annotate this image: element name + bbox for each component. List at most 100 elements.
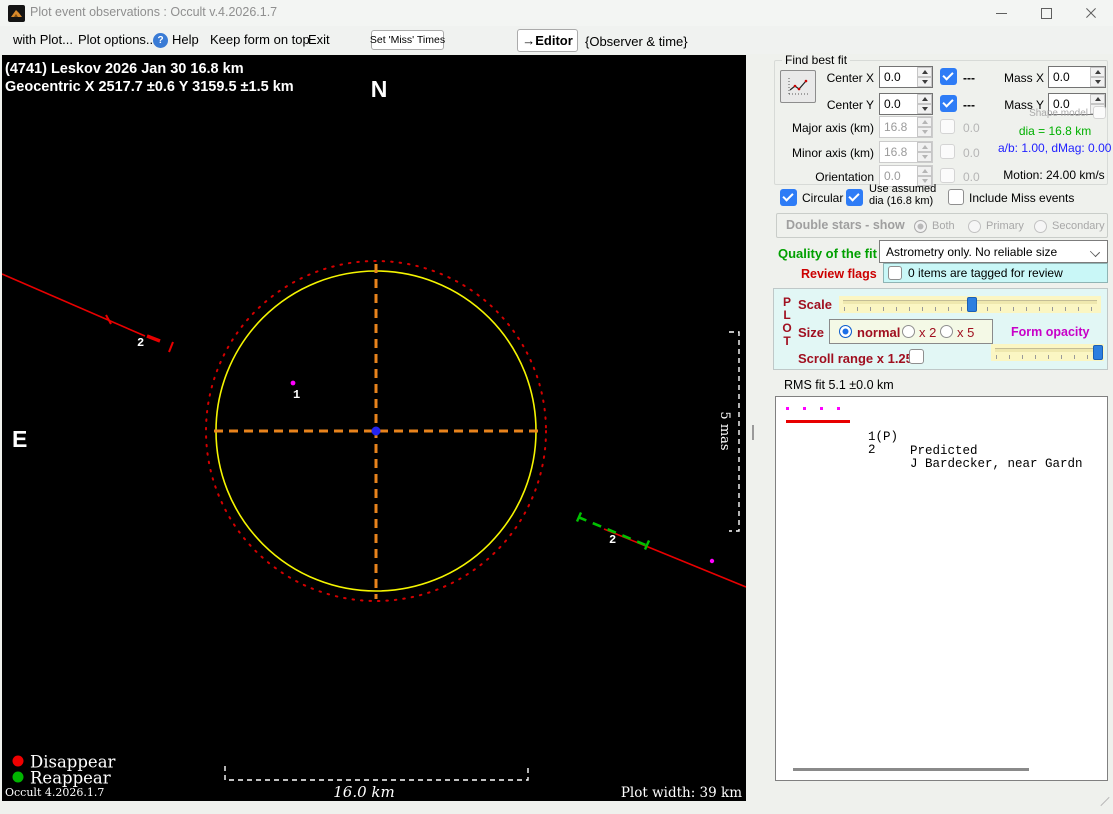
center-x-label: Center X <box>826 71 874 85</box>
major-axis-spinner: 16.8 <box>879 116 933 138</box>
close-button[interactable] <box>1075 2 1107 24</box>
size-label: Size <box>798 325 825 340</box>
include-miss-checkbox[interactable] <box>948 189 964 205</box>
minimize-button[interactable] <box>985 2 1017 24</box>
circular-checkbox[interactable] <box>780 189 797 206</box>
scroll-range-label: Scroll range x 1.25 <box>798 351 913 366</box>
major-axis-label: Major axis (km) <box>791 121 874 135</box>
chord-2-upper-dash <box>146 334 161 343</box>
form-opacity-label: Form opacity <box>1011 325 1090 339</box>
plot-vertical-scroll-thumb[interactable] <box>752 425 754 440</box>
scale-label: Scale <box>798 297 832 312</box>
event-dot-magenta <box>709 558 715 564</box>
chord-2-upper-label: 2 <box>137 336 144 350</box>
mass-x-spinner[interactable]: 0.0 <box>1048 66 1106 88</box>
km-scale-bar <box>224 766 529 781</box>
double-stars-both-label: Both <box>932 220 955 232</box>
double-stars-secondary-radio <box>1034 220 1047 233</box>
scale-slider[interactable] <box>839 296 1101 313</box>
chord-2-upper-line[interactable] <box>1 273 146 337</box>
set-miss-times-button[interactable]: Set 'Miss' Times <box>370 30 445 50</box>
motion-text: Motion: 24.00 km/s <box>1003 168 1105 182</box>
observation-row-2[interactable]: 2 J Bardecker, near Gardn <box>776 415 1107 471</box>
mass-x-label: Mass X <box>1003 71 1044 85</box>
km-scale-label: 16.0 km <box>333 783 394 801</box>
reappear-dot-icon <box>12 771 24 783</box>
title-bar: Plot event observations : Occult v.4.202… <box>0 0 1113 26</box>
center-x-checkbox[interactable] <box>940 68 957 85</box>
orientation-flag: 0.0 <box>963 170 980 184</box>
center-x-down[interactable] <box>917 77 932 87</box>
center-y-flag: --- <box>963 98 975 112</box>
quality-label: Quality of the fit <box>778 246 877 261</box>
form-opacity-slider[interactable] <box>991 344 1104 361</box>
scale-slider-thumb[interactable] <box>967 297 977 312</box>
double-stars-both-radio <box>914 220 927 233</box>
rms-fit-text: RMS fit 5.1 ±0.0 km <box>784 378 894 392</box>
minor-axis-spinner: 16.8 <box>879 141 933 163</box>
double-stars-primary-radio <box>968 220 981 233</box>
menu-exit[interactable]: Exit <box>308 32 330 47</box>
major-axis-flag: 0.0 <box>963 121 980 135</box>
shape-model-checkbox <box>1093 106 1106 119</box>
size-x5-radio[interactable] <box>940 325 953 338</box>
menu-plot-options[interactable]: Plot options... <box>78 32 157 47</box>
use-assumed-label-line1: Use assumed <box>869 183 937 195</box>
resize-grip[interactable] <box>1100 796 1110 807</box>
center-x-flag: --- <box>963 71 975 85</box>
center-y-up[interactable] <box>917 94 932 104</box>
size-normal-radio[interactable] <box>839 325 852 338</box>
menu-with-plot[interactable]: with Plot... <box>13 32 73 47</box>
double-stars-title: Double stars - show <box>786 218 905 232</box>
app-icon[interactable] <box>8 5 25 22</box>
double-stars-primary-label: Primary <box>986 220 1024 232</box>
observation-row-1[interactable]: 1(P) Predicted <box>776 402 1107 458</box>
observation-name: J Bardecker, near Gardn <box>910 457 1083 471</box>
editor-button[interactable]: →Editor <box>517 29 578 52</box>
chevron-down-icon <box>1089 246 1101 258</box>
scroll-range-checkbox[interactable] <box>909 349 924 364</box>
center-x-up[interactable] <box>917 67 932 77</box>
double-stars-group: Double stars - show Both Primary Seconda… <box>776 213 1108 238</box>
chord-2-lower-label: 2 <box>609 533 616 547</box>
maximize-button[interactable] <box>1030 2 1062 24</box>
center-x-spinner[interactable]: 0.0 <box>879 66 933 88</box>
mass-x-down[interactable] <box>1090 77 1105 87</box>
review-flags-text: 0 items are tagged for review <box>908 266 1063 280</box>
center-dot <box>371 426 381 436</box>
occult-plot-window: { "window": { "title": "Plot event obser… <box>0 0 1113 814</box>
menu-keep-on-top[interactable]: Keep form on top <box>210 32 310 47</box>
observation-name: Predicted <box>910 444 978 458</box>
plot-canvas[interactable]: 2 2 1 (4741) Leskov 2026 Jan 30 16.8 km … <box>1 55 747 801</box>
quality-select[interactable]: Astrometry only. No reliable size <box>879 240 1108 263</box>
predicted-path-marker <box>786 407 850 410</box>
east-label: E <box>12 426 27 452</box>
menu-bar: with Plot... Plot options... ? Help Keep… <box>0 26 1113 54</box>
orientation-label: Orientation <box>815 170 874 184</box>
observations-list[interactable]: 1(P) Predicted 2 J Bardecker, near Gardn <box>775 396 1108 781</box>
use-assumed-checkbox[interactable] <box>846 189 863 206</box>
minor-axis-flag: 0.0 <box>963 146 980 160</box>
disappear-dot-icon <box>12 755 24 767</box>
mass-x-up[interactable] <box>1090 67 1105 77</box>
size-x5-label: x 5 <box>957 325 975 340</box>
review-flags-checkbox[interactable] <box>888 266 902 280</box>
window-title: Plot event observations : Occult v.4.202… <box>30 5 278 19</box>
minor-axis-label: Minor axis (km) <box>791 146 874 160</box>
help-icon[interactable]: ? <box>153 33 168 48</box>
center-y-spinner[interactable]: 0.0 <box>879 93 933 115</box>
form-opacity-slider-thumb[interactable] <box>1093 345 1103 360</box>
menu-help[interactable]: Help <box>172 32 199 47</box>
north-label: N <box>371 76 388 102</box>
plot-area[interactable]: 2 2 1 (4741) Leskov 2026 Jan 30 16.8 km … <box>1 55 747 801</box>
plot-letter-l: L <box>783 308 791 322</box>
list-horizontal-scroll-thumb[interactable] <box>793 768 1029 771</box>
center-y-checkbox[interactable] <box>940 95 957 112</box>
center-y-down[interactable] <box>917 104 932 114</box>
size-x2-radio[interactable] <box>902 325 915 338</box>
mass-y-up[interactable] <box>1090 94 1105 104</box>
plot-version: Occult 4.2026.1.7 <box>5 786 104 799</box>
shape-model-label: Shape model <box>1029 108 1088 119</box>
mas-scale-label: 5 mas <box>717 411 732 450</box>
minor-axis-checkbox <box>940 144 955 159</box>
